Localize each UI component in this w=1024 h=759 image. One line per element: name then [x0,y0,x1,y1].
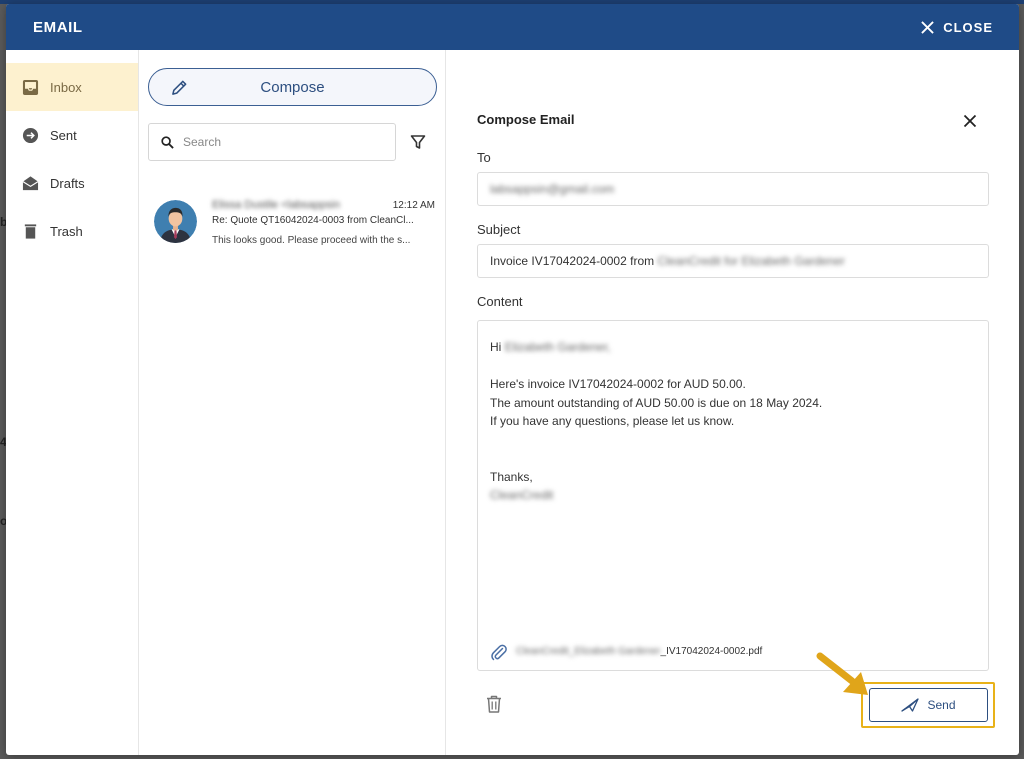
send-label: Send [927,698,956,712]
body-line: The amount outstanding of AUD 50.00 is d… [490,395,823,410]
compose-pane: Compose Email To labsappsin@gmail.com Su… [446,50,1019,755]
attachment[interactable]: CleanCredit_Elizabeth Gardener_IV1704202… [490,643,762,662]
message-preview: This looks good. Please proceed with the… [212,235,411,246]
content-editor[interactable]: Hi Elizabeth Gardener, Here's invoice IV… [477,320,989,671]
greeting: Hi [490,340,502,354]
paperclip-icon [491,644,507,660]
nav-label: Trash [50,223,83,239]
greeting-name: Elizabeth Gardener, [504,340,611,354]
signoff: Thanks, [490,469,533,484]
modal-title: EMAIL [33,18,83,36]
modal-body: Inbox Sent Drafts Trash Compose Search E… [6,50,1019,755]
nav-item-drafts[interactable]: Drafts [6,159,138,207]
folder-nav: Inbox Sent Drafts Trash [6,50,139,755]
inbox-icon [22,79,39,96]
nav-label: Drafts [50,175,85,191]
message-time: 12:12 AM [392,200,435,211]
signature: CleanCredit [490,488,554,502]
to-value: labsappsin@gmail.com [490,182,615,196]
compose-button[interactable]: Compose [148,68,437,106]
close-button[interactable]: CLOSE [921,20,993,35]
compose-title: Compose Email [477,112,575,127]
modal-header: EMAIL CLOSE [6,4,1019,50]
send-button[interactable]: Send [869,688,988,722]
body-line: Here's invoice IV17042024-0002 for AUD 5… [490,377,746,391]
trash-icon [22,223,39,240]
avatar [154,200,197,243]
pencil-icon [172,80,187,95]
nav-item-inbox[interactable]: Inbox [6,63,138,111]
search-input[interactable] [183,135,373,149]
nav-label: Sent [50,127,77,143]
subject-field[interactable]: Invoice IV17042024-0002 from CleanCredit… [477,244,989,278]
list-item[interactable]: Elissa Dustile <labsappsin 12:12 AM Re: … [148,194,435,246]
subject-value: Invoice IV17042024-0002 from [490,254,655,268]
close-compose-icon[interactable] [963,114,977,128]
email-modal: EMAIL CLOSE Inbox Sent Drafts Trash Comp… [6,4,1019,755]
subject-label: Subject [477,222,521,237]
drafts-icon [22,175,39,192]
nav-label: Inbox [50,79,82,95]
body-line: If you have any questions, please let us… [490,414,735,428]
close-icon [921,20,934,34]
pointer-arrow-icon [816,652,868,695]
nav-item-trash[interactable]: Trash [6,207,138,255]
message-list-pane: Compose Search Elissa Dustile <labsappsi… [139,50,446,755]
message-sender: Elissa Dustile <labsappsin [212,199,341,211]
to-field[interactable]: labsappsin@gmail.com [477,172,989,206]
compose-label: Compose [260,78,325,96]
content-label: Content [477,294,523,309]
sent-icon [22,127,39,144]
paper-plane-icon [901,698,920,712]
filter-icon[interactable] [410,134,426,150]
close-label: CLOSE [943,19,993,35]
search-box [148,123,396,161]
attachment-redacted: CleanCredit_Elizabeth Gardener [516,645,661,657]
greeting-line: Hi Elizabeth Gardener, [490,338,976,357]
to-label: To [477,150,491,165]
subject-redacted: CleanCredit for Elizabeth Gardener [657,254,845,268]
message-subject: Re: Quote QT16042024-0003 from CleanCl..… [212,215,414,226]
nav-item-sent[interactable]: Sent [6,111,138,159]
attachment-filename: _IV17042024-0002.pdf [660,645,763,657]
discard-trash-icon[interactable] [486,695,502,713]
search-icon [161,135,174,149]
